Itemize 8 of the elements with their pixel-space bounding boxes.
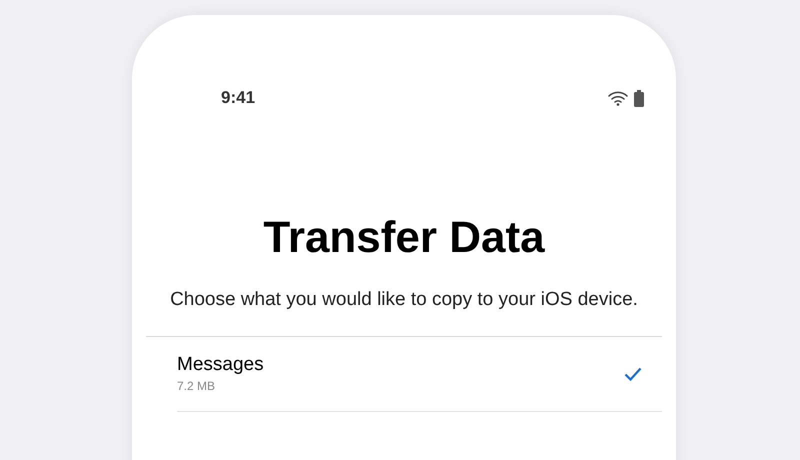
page-description: Choose what you would like to copy to your iOS device. bbox=[169, 288, 639, 312]
wifi-icon bbox=[608, 90, 628, 106]
battery-icon bbox=[634, 90, 644, 106]
page-title: Transfer Data bbox=[262, 212, 546, 264]
item-label: Messages bbox=[177, 353, 264, 377]
status-time: 9:41 bbox=[221, 87, 256, 110]
item-size: 7.2 MB bbox=[177, 378, 216, 395]
list-item[interactable]: Messages 7.2 MB bbox=[146, 337, 662, 411]
